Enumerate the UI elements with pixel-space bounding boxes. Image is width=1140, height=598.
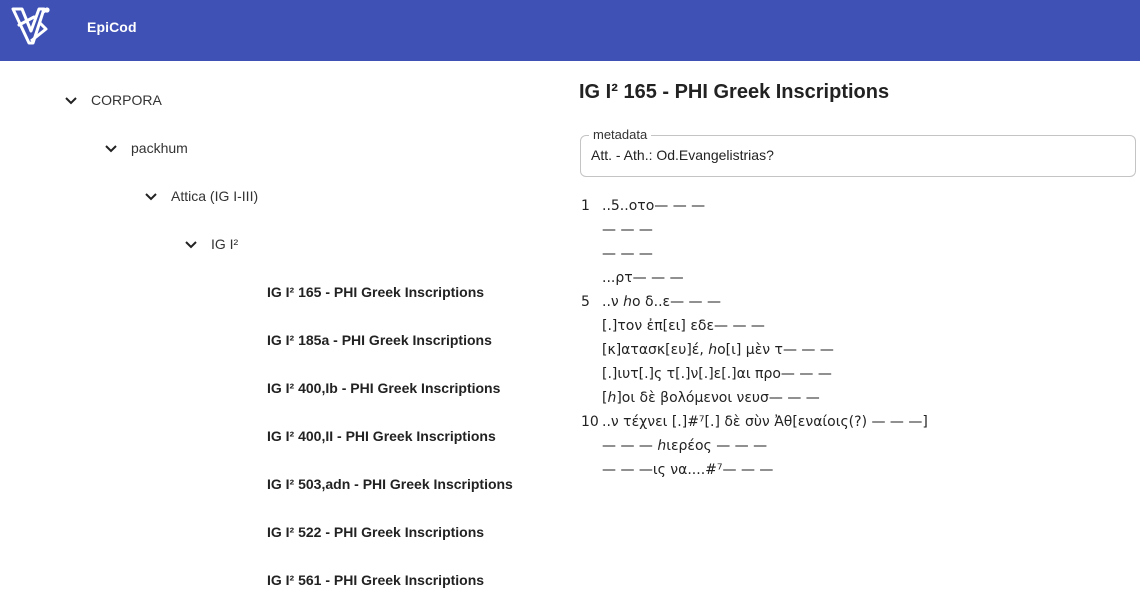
- epicod-logo-icon[interactable]: [10, 3, 54, 47]
- line-text: [κ]ατασκ[ευ]έ, ℎο[ι] μὲν τ— — —: [602, 342, 834, 358]
- inscription-line: — — —ις να....#⁷— — —: [579, 462, 1139, 486]
- line-number: 10: [581, 414, 599, 430]
- tree-node-attica[interactable]: Attica (IG I-III): [139, 184, 258, 208]
- line-text: [ℎ]οι δὲ βολόμενοι νευσ— — —: [602, 390, 820, 406]
- chevron-down-icon: [65, 97, 77, 105]
- chevron-down-icon: [145, 193, 157, 201]
- line-text: ..ν ℎο δ..ε— — —: [602, 294, 721, 310]
- tree-node-label: Attica (IG I-III): [171, 188, 259, 204]
- tree-leaf-inscription[interactable]: IG I² 400,Ib - PHI Greek Inscriptions: [267, 380, 500, 396]
- tree-node-ig-i2[interactable]: IG I²: [179, 232, 238, 256]
- tree-leaf-inscription[interactable]: IG I² 522 - PHI Greek Inscriptions: [267, 524, 484, 540]
- inscription-line: — — —: [579, 246, 1139, 270]
- tree-leaf-inscription[interactable]: IG I² 503,adn - PHI Greek Inscriptions: [267, 476, 513, 492]
- inscription-line: [κ]ατασκ[ευ]έ, ℎο[ι] μὲν τ— — —: [579, 342, 1139, 366]
- inscription-line: [.]ιυτ[.]ς τ[.]ν[.]ε[.]αι προ— — —: [579, 366, 1139, 390]
- metadata-field[interactable]: metadata Att. - Ath.: Od.Evangelistrias?: [580, 127, 1136, 177]
- tree-node-label: CORPORA: [91, 92, 162, 108]
- tree-leaf-inscription[interactable]: IG I² 400,II - PHI Greek Inscriptions: [267, 428, 496, 444]
- app-title[interactable]: EpiCod: [87, 19, 137, 35]
- line-text: — — —: [602, 222, 653, 238]
- tree-leaf-inscription[interactable]: IG I² 165 - PHI Greek Inscriptions: [267, 284, 484, 300]
- tree-node-corpora[interactable]: CORPORA: [59, 88, 162, 112]
- tree-node-label: packhum: [131, 140, 188, 156]
- corpus-tree: CORPORA packhum Attica (IG I-III) IG I² …: [0, 61, 560, 598]
- tree-node-packhum[interactable]: packhum: [99, 136, 188, 160]
- app-bar: EpiCod: [0, 0, 1140, 61]
- line-text: — — —: [602, 246, 653, 262]
- inscription-line: 10 ..ν τέχνει [.]#⁷[.] δὲ σὺν Ἀθ[εναίοις(…: [579, 414, 1139, 438]
- inscription-line: 1 ..5..οτο— — —: [579, 198, 1139, 222]
- inscription-line: — — —: [579, 222, 1139, 246]
- inscription-line: ...ρτ— — —: [579, 270, 1139, 294]
- line-text: — — — ℎιερέος — — —: [602, 438, 768, 454]
- document-title: IG I² 165 - PHI Greek Inscriptions: [579, 81, 890, 103]
- chevron-down-icon: [185, 241, 197, 249]
- tree-leaf-inscription[interactable]: IG I² 185a - PHI Greek Inscriptions: [267, 332, 492, 348]
- inscription-line: [.]τον ἐπ[ει] εδε— — —: [579, 318, 1139, 342]
- inscription-line: 5 ..ν ℎο δ..ε— — —: [579, 294, 1139, 318]
- line-text: ...ρτ— — —: [602, 270, 684, 286]
- line-number: 1: [581, 198, 590, 214]
- metadata-value: Att. - Ath.: Od.Evangelistrias?: [591, 147, 774, 163]
- inscription-line: [ℎ]οι δὲ βολόμενοι νευσ— — —: [579, 390, 1139, 414]
- line-text: ..5..οτο— — —: [602, 198, 706, 214]
- line-text: [.]τον ἐπ[ει] εδε— — —: [602, 318, 765, 334]
- line-text: [.]ιυτ[.]ς τ[.]ν[.]ε[.]αι προ— — —: [602, 366, 832, 382]
- line-text: — — —ις να....#⁷— — —: [602, 462, 774, 478]
- inscription-line: — — — ℎιερέος — — —: [579, 438, 1139, 462]
- line-number: 5: [581, 294, 590, 310]
- chevron-down-icon: [105, 145, 117, 153]
- tree-node-label: IG I²: [211, 236, 239, 252]
- line-text: ..ν τέχνει [.]#⁷[.] δὲ σὺν Ἀθ[εναίοις(?)…: [602, 414, 928, 430]
- metadata-label: metadata: [589, 127, 652, 143]
- tree-leaf-inscription[interactable]: IG I² 561 - PHI Greek Inscriptions: [267, 572, 484, 588]
